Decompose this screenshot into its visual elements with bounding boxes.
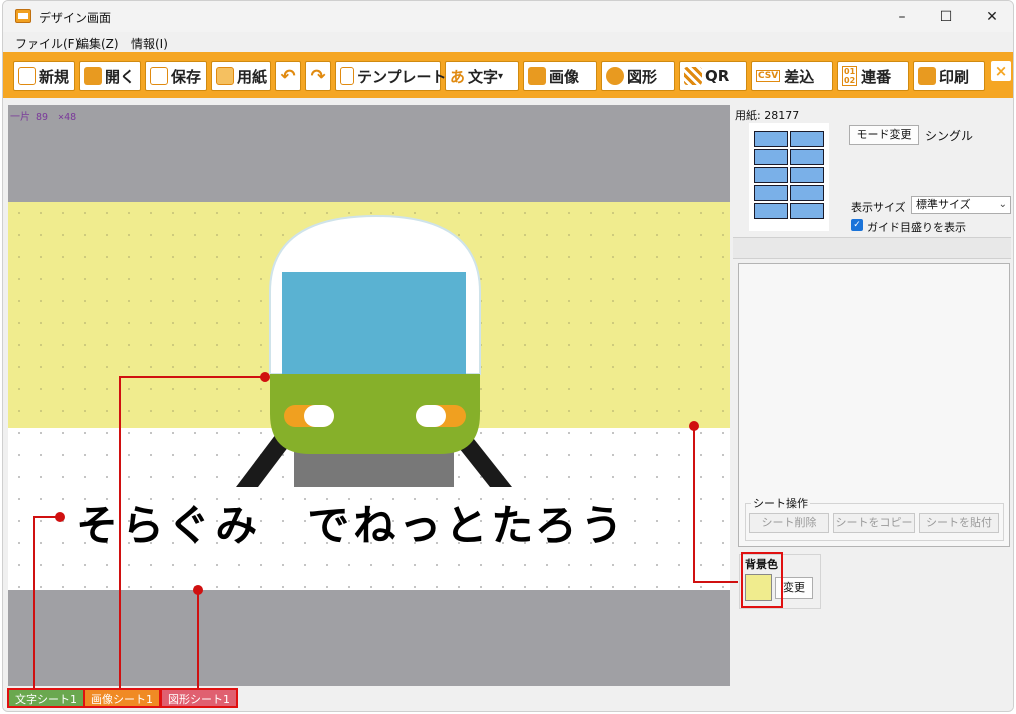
serial-icon-top: 01 bbox=[844, 67, 856, 76]
merge-button[interactable]: CSV 差込 bbox=[751, 61, 833, 91]
tab-text-sheet[interactable]: 文字シート1 bbox=[7, 688, 85, 708]
new-document-icon bbox=[18, 67, 36, 85]
qr-code-icon bbox=[684, 67, 702, 85]
window-title: デザイン画面 bbox=[39, 11, 112, 25]
paper-preview bbox=[749, 123, 829, 231]
paper-cell bbox=[754, 149, 788, 165]
text-icon: あ bbox=[450, 67, 466, 86]
template-button[interactable]: テンプレート bbox=[335, 61, 447, 91]
paper-cell bbox=[790, 203, 824, 219]
headlight-right bbox=[416, 405, 446, 427]
tab-shape-sheet[interactable]: 図形シート1 bbox=[160, 688, 238, 708]
serial-number-icon: 01 02 bbox=[842, 66, 858, 86]
display-size-value: 標準サイズ bbox=[916, 198, 971, 211]
train-windshield bbox=[282, 272, 466, 377]
guide-checkbox[interactable]: ✓ bbox=[851, 219, 863, 231]
save-button-label: 保存 bbox=[171, 67, 202, 86]
template-button-label: テンプレート bbox=[357, 67, 447, 86]
guide-checkbox-label: ガイド目盛りを表示 bbox=[867, 221, 966, 234]
sheet-copy-button[interactable]: シートをコピー bbox=[833, 513, 915, 533]
sheet-delete-button[interactable]: シート削除 bbox=[749, 513, 829, 533]
sheet-tabbar: 文字シート1 画像シート1 図形シート1 bbox=[3, 686, 1013, 711]
toolbar: 新規 開く 保存 用紙 ↶ ↷ テンプレート あ 文字 ▾ 画像 図形 QR C… bbox=[3, 52, 1013, 98]
text-button-label: 文字 bbox=[468, 67, 499, 86]
close-window-button[interactable]: ✕ bbox=[969, 5, 1013, 29]
csv-icon: CSV bbox=[756, 70, 781, 82]
panel-divider bbox=[733, 237, 1011, 259]
paper-cell bbox=[754, 131, 788, 147]
mode-change-button[interactable]: モード変更 bbox=[849, 125, 919, 145]
display-size-label: 表示サイズ bbox=[851, 201, 906, 214]
size-readout: 一片 89 ×48 bbox=[10, 112, 77, 123]
menu-info[interactable]: 情報(I) bbox=[131, 35, 168, 52]
image-button-label: 画像 bbox=[549, 67, 580, 86]
display-size-select[interactable]: 標準サイズ ⌄ bbox=[911, 196, 1011, 214]
menu-file[interactable]: ファイル(F) bbox=[15, 35, 79, 52]
serial-button[interactable]: 01 02 連番 bbox=[837, 61, 909, 91]
serial-icon-bottom: 02 bbox=[844, 76, 856, 85]
maximize-button[interactable]: ☐ bbox=[923, 5, 969, 29]
menu-bar: ファイル(F) 編集(Z) 情報(I) bbox=[3, 32, 1013, 52]
minimize-button[interactable]: – bbox=[879, 5, 925, 29]
save-button[interactable]: 保存 bbox=[145, 61, 207, 91]
redo-button[interactable]: ↷ bbox=[305, 61, 331, 91]
background-color-highlight bbox=[741, 552, 783, 608]
track-bed bbox=[294, 450, 454, 487]
chevron-down-icon: ⌄ bbox=[998, 199, 1007, 210]
tab-image-sheet[interactable]: 画像シート1 bbox=[83, 688, 161, 708]
headlight-left bbox=[304, 405, 334, 427]
paper-cell bbox=[790, 167, 824, 183]
sheet-ops-title: シート操作 bbox=[751, 495, 810, 511]
shape-button-label: 図形 bbox=[627, 67, 658, 86]
paper-button[interactable]: 用紙 bbox=[211, 61, 271, 91]
menu-edit[interactable]: 編集(Z) bbox=[77, 35, 119, 52]
print-button[interactable]: 印刷 bbox=[913, 61, 985, 91]
printer-icon bbox=[918, 67, 936, 85]
chevron-down-icon: ▾ bbox=[498, 70, 504, 82]
shape-button[interactable]: 図形 bbox=[601, 61, 675, 91]
card-sheet[interactable]: そらぐみ でねっとたろう bbox=[8, 202, 730, 590]
paper-cell bbox=[790, 131, 824, 147]
title-bar: デザイン画面 – ☐ ✕ bbox=[3, 1, 1013, 32]
folder-icon bbox=[84, 67, 102, 85]
app-icon bbox=[15, 9, 31, 23]
open-button[interactable]: 開く bbox=[79, 61, 141, 91]
caption-text[interactable]: そらぐみ でねっとたろう bbox=[76, 492, 627, 553]
undo-icon: ↶ bbox=[280, 65, 296, 87]
new-button[interactable]: 新規 bbox=[13, 61, 75, 91]
paper-cell bbox=[754, 167, 788, 183]
paper-number-label: 用紙: 28177 bbox=[735, 109, 800, 122]
paper-cell bbox=[790, 149, 824, 165]
serial-button-label: 連番 bbox=[861, 67, 892, 86]
merge-button-label: 差込 bbox=[784, 67, 815, 86]
app-window: デザイン画面 – ☐ ✕ ファイル(F) 編集(Z) 情報(I) 新規 開く 保… bbox=[2, 0, 1014, 712]
open-button-label: 開く bbox=[105, 67, 136, 86]
mode-value: シングル bbox=[925, 129, 974, 143]
qr-button-label: QR bbox=[705, 67, 730, 85]
print-button-label: 印刷 bbox=[939, 67, 970, 86]
paper-cell bbox=[754, 203, 788, 219]
sheet-paste-button[interactable]: シートを貼付 bbox=[919, 513, 999, 533]
redo-icon: ↷ bbox=[310, 65, 326, 87]
paper-button-label: 用紙 bbox=[237, 67, 268, 86]
paper-grid-icon bbox=[216, 67, 234, 85]
image-icon bbox=[528, 67, 546, 85]
image-button[interactable]: 画像 bbox=[523, 61, 597, 91]
undo-button[interactable]: ↶ bbox=[275, 61, 301, 91]
template-icon bbox=[340, 67, 354, 85]
save-icon bbox=[150, 67, 168, 85]
paper-cell bbox=[754, 185, 788, 201]
text-button[interactable]: あ 文字 ▾ bbox=[445, 61, 519, 91]
shape-icon bbox=[606, 67, 624, 85]
design-canvas[interactable]: 一片 89 ×48 そらぐみ でねっとたろう bbox=[8, 105, 730, 686]
qr-button[interactable]: QR bbox=[679, 61, 747, 91]
toolbar-close-button[interactable]: × bbox=[991, 61, 1011, 81]
new-button-label: 新規 bbox=[39, 67, 70, 86]
paper-cell bbox=[790, 185, 824, 201]
